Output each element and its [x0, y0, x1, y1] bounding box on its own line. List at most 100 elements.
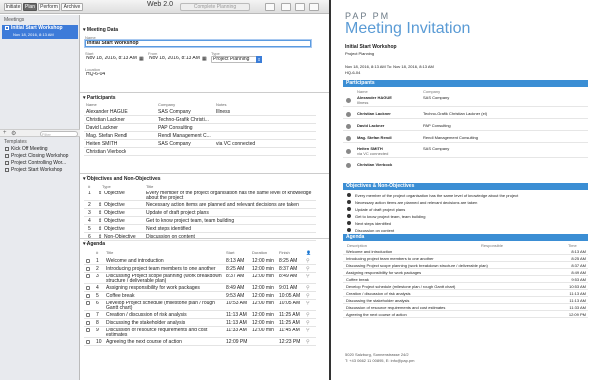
checkbox[interactable]: [86, 257, 90, 265]
type-stepper-icon[interactable]: ⇕: [98, 209, 102, 217]
share-icon[interactable]: [281, 3, 291, 11]
agenda-row[interactable]: 2 Introducing project team members to one…: [84, 265, 316, 273]
template-item[interactable]: Project Closing Workshop: [2, 153, 78, 160]
tab-archive[interactable]: Archive: [61, 3, 83, 11]
objective-title: Every member of the project organisation…: [146, 191, 312, 201]
agenda-row[interactable]: 5 Coffee break 9:53 AM 12:00 min 10:05 AM ⚲: [84, 292, 316, 300]
agenda-start: 8:49 AM: [226, 285, 245, 291]
doc-agenda-title: Develop Project schedule (milestone plan…: [346, 284, 456, 289]
participant-row[interactable]: Alexander HAGUE SAS Company Illness: [84, 108, 316, 116]
person-icon[interactable]: ⚲: [306, 274, 310, 279]
start-field[interactable]: Nov 18, 2016, 8:13 AM: [85, 56, 137, 63]
checkbox[interactable]: [86, 284, 90, 292]
agenda-row[interactable]: 3 Discussing Project scope planning (work…: [84, 273, 316, 284]
type-stepper-icon[interactable]: ⇕: [98, 191, 102, 196]
chevron-down-icon[interactable]: ⇕: [256, 56, 262, 63]
checkbox[interactable]: [86, 292, 90, 300]
print-icon[interactable]: [265, 3, 275, 11]
calendar-icon[interactable]: ▦: [139, 56, 144, 62]
meeting-name-field[interactable]: Initial Start Workshop: [85, 40, 311, 47]
doc-objectives-heading: Objectives & Non-Objectives: [343, 183, 588, 190]
type-stepper-icon[interactable]: ⇕: [98, 225, 102, 233]
type-stepper-icon[interactable]: ⇕: [98, 201, 102, 209]
bullet-icon: [347, 221, 351, 225]
meetings-filter-input[interactable]: Filter: [40, 131, 78, 137]
doc-agenda-row: Discussing the stakeholder analysis 11:13…: [343, 298, 588, 304]
person-icon[interactable]: ⚲: [306, 257, 310, 265]
doc-agenda-row: Assigning responsibility for work packag…: [343, 270, 588, 276]
checkbox[interactable]: [86, 338, 90, 346]
person-icon[interactable]: ⚲: [306, 301, 310, 306]
agenda-title: Discussion of resource requirements and …: [106, 328, 208, 338]
agenda-duration: 12:00 min: [252, 266, 274, 272]
agenda-title: Discussing Project scope planning (work …: [106, 274, 222, 284]
doc-participants-heading: Participants: [343, 80, 588, 87]
agenda-row[interactable]: 6 Develop Project schedule (milestone pla…: [84, 300, 316, 311]
agenda-finish: 10:05 AM: [279, 293, 301, 299]
doc-agenda-title: Coffee break: [346, 277, 369, 282]
checkbox[interactable]: [86, 301, 90, 306]
person-icon[interactable]: ⚲: [306, 311, 310, 319]
objective-row[interactable]: 3 ⇕ Objective Update of draft project plans: [84, 209, 316, 217]
type-select[interactable]: Project Planning: [211, 56, 261, 63]
objective-row[interactable]: 1 ⇕ Objective Every member of the project o…: [84, 190, 316, 201]
type-stepper-icon[interactable]: ⇕: [98, 217, 102, 225]
agenda-row[interactable]: 1 Welcome and introduction 8:13 AM 12:00 mi…: [84, 257, 316, 265]
avatar: [346, 124, 351, 129]
person-icon: 👤: [306, 250, 311, 255]
tab-plan[interactable]: Plan: [23, 3, 37, 11]
avatar: [346, 98, 351, 103]
person-icon[interactable]: ⚲: [306, 284, 310, 292]
avatar: [346, 136, 351, 141]
checkbox[interactable]: [86, 265, 90, 273]
participant-row[interactable]: Heiten SMITH SAS Company via VC connected: [84, 140, 316, 148]
doc-agenda-title: Assigning responsibility for work packag…: [346, 270, 422, 275]
doc-participant-company: SAS Company: [423, 146, 450, 151]
checkbox[interactable]: [86, 311, 90, 319]
person-icon[interactable]: ⚲: [306, 292, 310, 300]
doc-objective: Necessary action items are planned and r…: [355, 200, 478, 205]
person-icon[interactable]: ⚲: [306, 265, 310, 273]
participant-row[interactable]: Mag. Stefan Rendl Rendl Management C...: [84, 132, 316, 140]
agenda-row[interactable]: 10 Agreeing the next course of action 12:0…: [84, 338, 316, 346]
agenda-start: 11:13 AM: [226, 320, 247, 326]
participant-row[interactable]: Christian Vierbock: [84, 148, 316, 156]
checkbox[interactable]: [86, 319, 90, 327]
person-icon[interactable]: ⚲: [306, 338, 310, 346]
meeting-item[interactable]: Initial Start Workshop Nov 18, 2016, 8:1…: [2, 25, 78, 39]
template-item[interactable]: Kick Off Meeting: [2, 146, 78, 153]
agenda-row[interactable]: 9 Discussion of resource requirements and…: [84, 327, 316, 338]
sidebar-toggle-icon[interactable]: [295, 3, 305, 11]
gear-icon[interactable]: ⚙: [11, 130, 16, 137]
agenda-row[interactable]: 7 Creation / discussion of risk analysis 1…: [84, 311, 316, 319]
agenda-row[interactable]: 4 Assigning responsibility for work packa…: [84, 284, 316, 292]
doc-agenda-time: 8:25 AM: [571, 256, 586, 261]
bullet-icon: [347, 193, 351, 197]
tab-initiate[interactable]: Initiate: [4, 3, 22, 11]
participant-row[interactable]: Christian Lackner Techno-Grafik Christi..…: [84, 116, 316, 124]
objective-row[interactable]: 2 ⇕ Objective Necessary action items are pl…: [84, 201, 316, 209]
agenda-finish: 12:23 PM: [279, 339, 301, 345]
objective-number: 1: [88, 191, 91, 196]
objective-row[interactable]: 4 ⇕ Objective Get to know project team, tea…: [84, 217, 316, 225]
checkbox[interactable]: [86, 328, 90, 333]
agenda-row[interactable]: 8 Discussing the stakeholder analysis 11:1…: [84, 319, 316, 327]
tab-perform[interactable]: Perform: [38, 3, 60, 11]
checkbox[interactable]: [86, 274, 90, 279]
person-icon[interactable]: ⚲: [306, 319, 310, 327]
agenda-finish: 8:37 AM: [279, 266, 298, 272]
inspector-toggle-icon[interactable]: [309, 3, 319, 11]
participant-row[interactable]: David Lackner PAP Consulting: [84, 124, 316, 132]
location-field[interactable]: HQ-6-04: [85, 72, 145, 79]
template-item[interactable]: Project Controlling Wor...: [2, 160, 78, 167]
add-meeting-button[interactable]: +: [3, 130, 7, 136]
template-item[interactable]: Project Start Workshop: [2, 167, 78, 174]
agenda-title: Discussing the stakeholder analysis: [106, 320, 186, 326]
person-icon[interactable]: ⚲: [306, 328, 310, 333]
agenda-duration: 12:00 min: [252, 320, 274, 326]
objective-row[interactable]: 5 ⇕ Objective Next steps identified: [84, 225, 316, 233]
from-field[interactable]: Nov 18, 2016, 8:13 AM: [148, 56, 200, 63]
doc-participant-name: Mag. Stefan Rendl: [357, 135, 392, 140]
doc-participant-note: Illness: [357, 100, 369, 105]
calendar-icon[interactable]: ▦: [202, 56, 207, 62]
